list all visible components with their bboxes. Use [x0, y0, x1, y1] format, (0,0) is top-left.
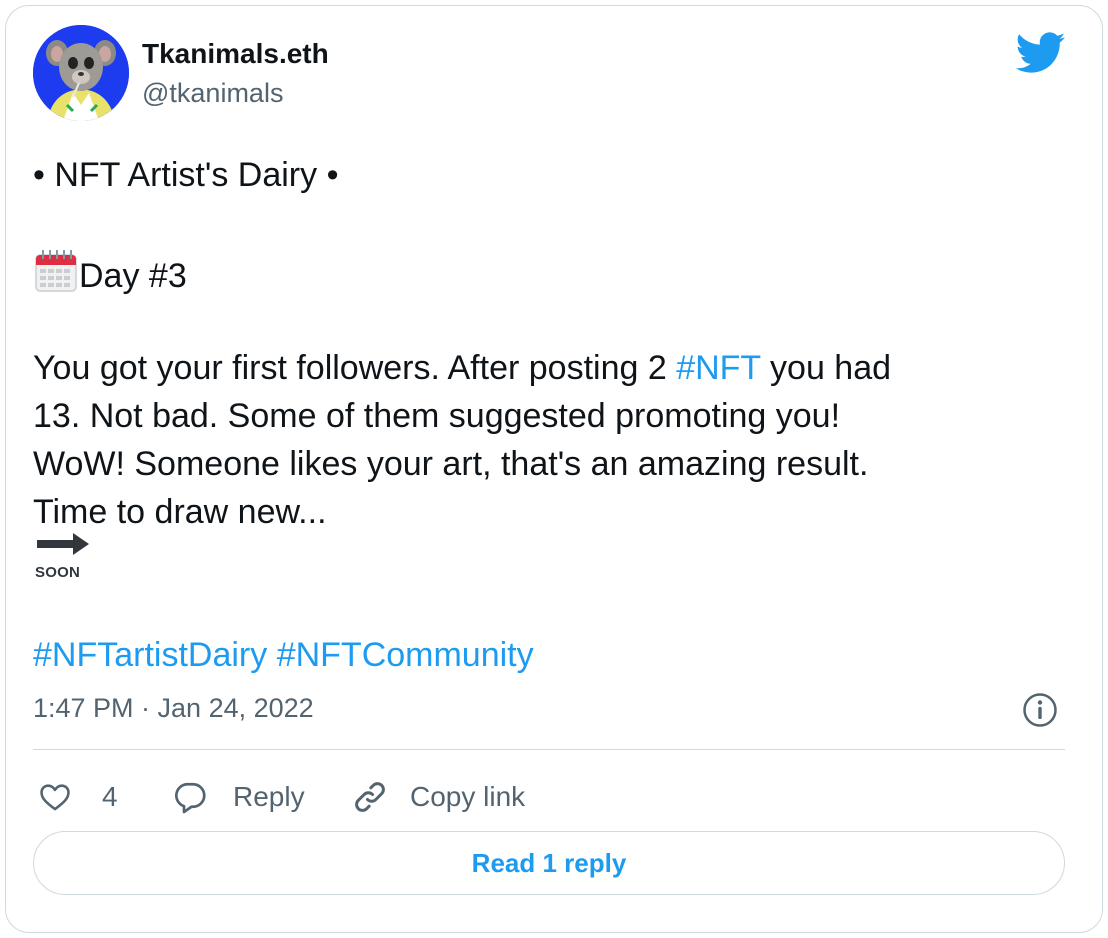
tweet-line-title: • NFT Artist's Dairy • [33, 156, 339, 194]
soon-arrow-icon: SOON [35, 531, 91, 583]
copy-link-label: Copy link [410, 781, 526, 812]
avatar-image [33, 25, 129, 121]
spiral-calendar-icon [35, 250, 77, 292]
like-count: 4 [102, 781, 118, 812]
link-icon [355, 782, 385, 812]
like-button[interactable]: 4 [38, 772, 118, 822]
day-label: Day #3 [79, 257, 187, 295]
tweet-paragraph-line-3: WoW! Someone likes your art, that's an a… [33, 445, 869, 483]
tweet-paragraph-line-2: 13. Not bad. Some of them suggested prom… [33, 397, 841, 435]
heart-icon [40, 784, 70, 811]
tweet-line-day: Day #3 [33, 247, 1053, 300]
avatar[interactable] [33, 25, 129, 121]
hashtag-nftartistdairy-link[interactable]: #NFTartistDairy [33, 636, 267, 674]
tweet-hashtags: #NFTartistDairy #NFTCommunity [33, 631, 1053, 679]
tweet-paragraph-line-1: You got your first followers. After post… [33, 344, 1053, 392]
tweet-timestamp[interactable]: 1:47 PM · Jan 24, 2022 [33, 693, 314, 724]
soon-arrow-shape [37, 533, 89, 555]
reply-button[interactable]: Reply [171, 772, 305, 822]
author-display-name[interactable]: Tkanimals.eth [142, 38, 329, 70]
divider [33, 749, 1065, 750]
twitter-bird-icon[interactable] [1016, 32, 1066, 74]
soon-label: SOON [35, 564, 80, 581]
hashtag-nftcommunity-link[interactable]: #NFTCommunity [277, 636, 534, 674]
tweet-paragraph-line-4: Time to draw new... [33, 493, 327, 531]
reply-label: Reply [233, 781, 305, 812]
copy-link-button[interactable]: Copy link [350, 772, 525, 822]
paragraph-text-1: You got your first followers. After post… [33, 349, 677, 387]
info-icon[interactable] [1022, 692, 1058, 728]
paragraph-text-2: you had [760, 349, 892, 387]
hashtag-nft-link[interactable]: #NFT [676, 349, 760, 387]
read-replies-button[interactable]: Read 1 reply [33, 831, 1065, 895]
speech-bubble-icon [175, 782, 206, 814]
author-handle[interactable]: @tkanimals [142, 78, 283, 109]
